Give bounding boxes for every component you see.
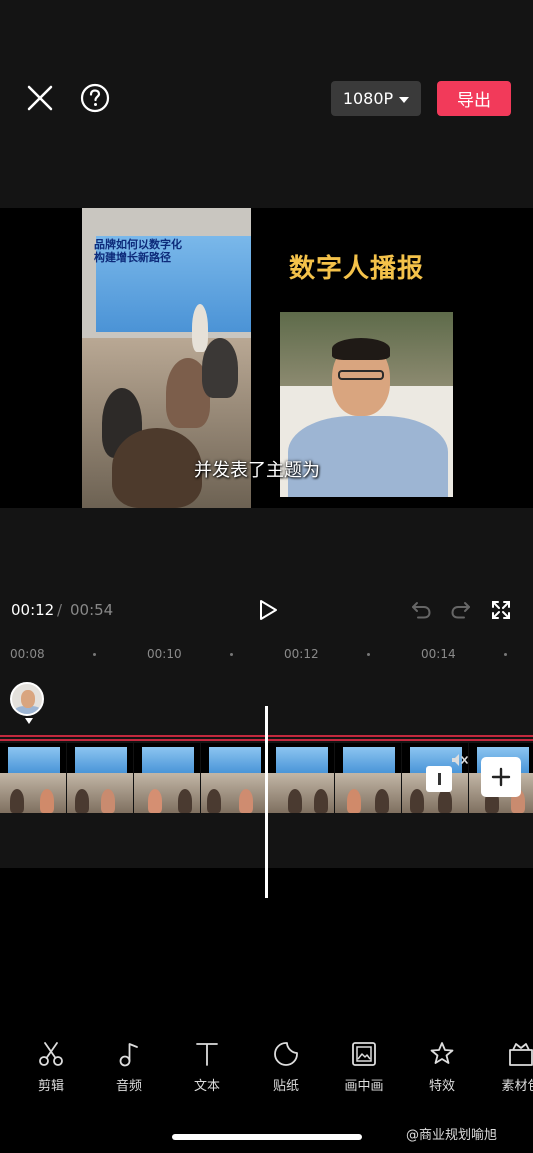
time-ruler: 00:08 00:10 00:12 00:14	[0, 638, 533, 668]
timeline[interactable]: 00:08 00:10 00:12 00:14	[0, 638, 533, 898]
video-editor: 1080P 导出 品牌如何以数字化 构建增长新路径 数字人播报 并发表了主题为 …	[0, 0, 533, 1153]
avatar-pin-icon	[25, 718, 33, 724]
presenter-hair	[332, 338, 390, 360]
fullscreen-icon[interactable]	[491, 600, 511, 620]
subtitle-caption[interactable]: 并发表了主题为	[194, 456, 320, 482]
tick-label: 00:12	[284, 647, 319, 661]
bottom-toolbar: 剪辑 音频 文本 贴纸 画中画 特效 素材	[0, 1030, 533, 1100]
clip-thumbnail	[67, 743, 134, 813]
playback-controls: 00:12 / 00:54	[0, 508, 533, 638]
tick-label: 00:14	[421, 647, 456, 661]
export-button[interactable]: 导出	[437, 81, 511, 116]
slide-title-line2: 构建增长新路径	[94, 251, 171, 264]
tool-label: 贴纸	[272, 1079, 299, 1094]
resolution-selector[interactable]: 1080P	[331, 81, 421, 116]
tool-label: 特效	[428, 1079, 455, 1094]
sticker-icon	[274, 1042, 298, 1066]
redo-icon[interactable]	[450, 600, 472, 620]
tool-label: 音频	[115, 1079, 142, 1094]
playhead[interactable]	[265, 706, 268, 898]
tool-cut[interactable]: 剪辑	[21, 1040, 81, 1100]
effects-star-icon	[430, 1042, 454, 1064]
tick-label: 00:10	[147, 647, 182, 661]
tool-audio[interactable]: 音频	[99, 1040, 159, 1100]
tool-sticker[interactable]: 贴纸	[256, 1040, 316, 1100]
tool-label: 画中画	[344, 1079, 384, 1094]
add-clip-button[interactable]	[481, 757, 521, 797]
audience-person	[202, 338, 238, 398]
watermark-text: @商业规划喻旭	[406, 1128, 498, 1143]
tick-dot	[93, 653, 96, 656]
tool-text[interactable]: 文本	[177, 1040, 237, 1100]
slide-title-line1: 品牌如何以数字化	[94, 238, 182, 251]
tool-picture-in-picture[interactable]: 画中画	[334, 1040, 394, 1100]
plus-icon	[491, 767, 511, 787]
tool-label: 文本	[193, 1079, 220, 1094]
chevron-down-icon	[399, 96, 410, 103]
top-bar: 1080P 导出	[0, 0, 533, 208]
digital-human-avatar[interactable]	[10, 682, 44, 716]
tool-material-pack[interactable]: 素材包	[491, 1040, 533, 1100]
preview-frame: 品牌如何以数字化 构建增长新路径 数字人播报 并发表了主题为	[82, 208, 453, 508]
tick-dot	[504, 653, 507, 656]
home-indicator[interactable]	[172, 1134, 362, 1140]
tick-dot	[230, 653, 233, 656]
tick-dot	[367, 653, 370, 656]
close-icon[interactable]	[24, 82, 56, 114]
current-time: 00:12	[11, 601, 55, 619]
tool-label: 素材包	[501, 1079, 533, 1094]
avatar-face	[21, 690, 35, 708]
clip-trim-handle[interactable]	[426, 766, 452, 792]
help-icon[interactable]	[80, 83, 110, 113]
tool-label: 剪辑	[37, 1079, 64, 1094]
mute-icon[interactable]	[451, 753, 469, 767]
video-preview[interactable]: 品牌如何以数字化 构建增长新路径 数字人播报 并发表了主题为	[0, 208, 533, 508]
tool-effects[interactable]: 特效	[412, 1040, 472, 1100]
scissors-icon	[39, 1042, 63, 1066]
time-separator: /	[57, 601, 63, 619]
picture-in-picture-icon	[352, 1042, 376, 1066]
play-icon[interactable]	[256, 598, 280, 622]
text-icon	[196, 1043, 218, 1066]
total-time: 00:54	[70, 601, 114, 619]
clip-thumbnail	[268, 743, 335, 813]
presenter-glasses	[338, 370, 384, 380]
slide-title: 品牌如何以数字化 构建增长新路径	[94, 238, 234, 264]
speaker	[192, 304, 208, 352]
clip-thumbnail	[134, 743, 201, 813]
resolution-label: 1080P	[342, 89, 394, 108]
headline-text: 数字人播报	[289, 254, 425, 284]
music-note-icon	[119, 1043, 138, 1067]
material-pack-icon	[509, 1043, 533, 1066]
undo-icon[interactable]	[410, 600, 432, 620]
clip-thumbnail	[201, 743, 268, 813]
clip-thumbnail	[0, 743, 67, 813]
audience-person	[112, 428, 202, 508]
tick-label: 00:08	[10, 647, 45, 661]
clip-thumbnail	[335, 743, 402, 813]
